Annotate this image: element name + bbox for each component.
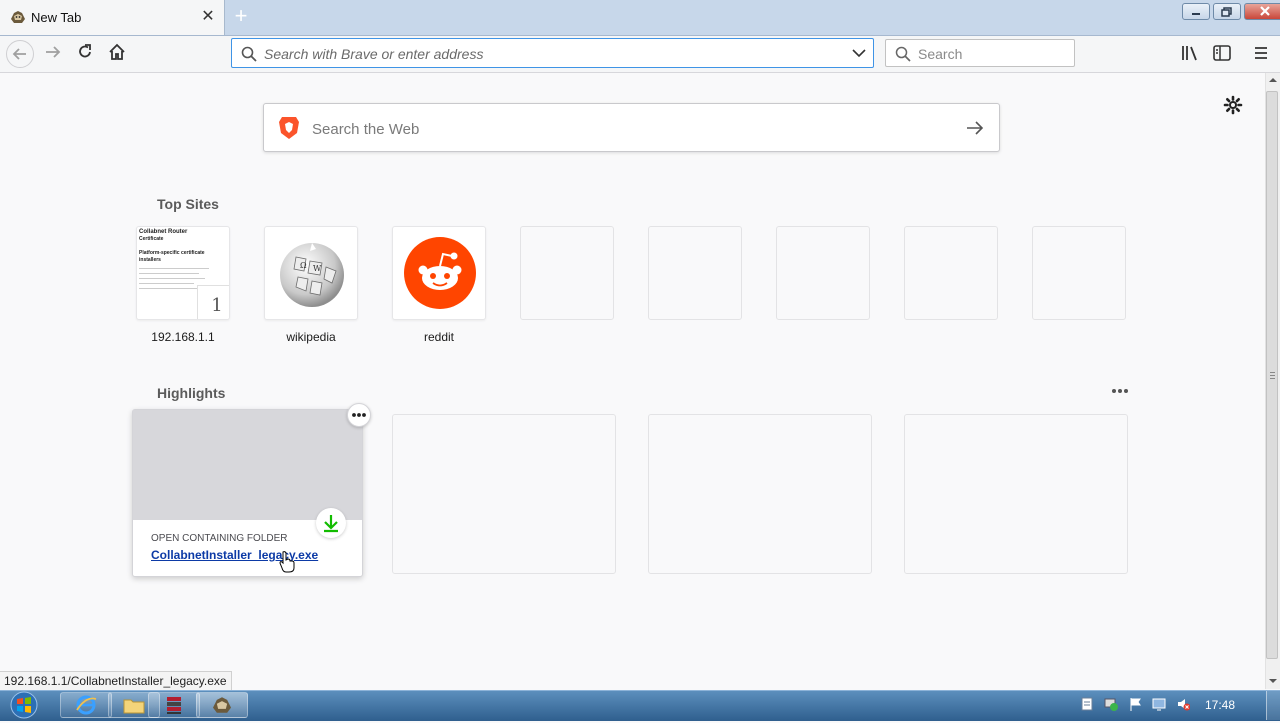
empty-highlight-slot [392,414,616,574]
empty-top-site-slot [648,226,742,320]
new-tab-plus-icon[interactable]: + [230,5,252,28]
web-search-input[interactable] [310,114,934,144]
sidebar-icon [1213,45,1231,61]
empty-highlight-slot [904,414,1128,574]
web-search-box[interactable] [263,103,1000,152]
chevron-down-icon[interactable] [852,47,866,59]
empty-top-site-slot [904,226,998,320]
wikipedia-globe-icon: Ω W [280,243,344,307]
close-window-button[interactable] [1244,3,1280,20]
taskbar-media-app[interactable] [148,692,200,718]
folder-icon [123,699,145,714]
search-icon [895,46,911,62]
highlight-preview-area [133,410,362,520]
search-icon [241,46,257,62]
address-input[interactable] [262,39,846,69]
highlights-menu-button[interactable] [1110,383,1130,397]
show-desktop-button[interactable] [1266,691,1280,720]
svg-text:W: W [313,264,322,273]
highlight-context-label: OPEN CONTAINING FOLDER [151,533,288,544]
top-site-tile[interactable]: Ω W [264,226,358,320]
start-button[interactable] [4,690,44,720]
arrow-right-icon[interactable] [966,120,984,136]
more-options-icon [1112,389,1128,393]
top-sites-heading: Top Sites [157,196,219,212]
link-status-text: 192.168.1.1/CollabnetInstaller_legacy.ex… [0,671,232,691]
brave-logo-icon [279,117,299,139]
back-button[interactable] [6,40,34,68]
menu-button[interactable] [1250,43,1272,63]
empty-top-site-slot [776,226,870,320]
highlight-context-menu-button[interactable] [347,403,371,427]
page-preview-thumbnail: Collabnet Router Certificate Platform-sp… [139,229,227,293]
library-icon [1182,46,1197,61]
minimize-icon [1192,13,1200,15]
sidebar-toggle-button[interactable] [1211,43,1233,63]
flag-tray-icon[interactable] [1128,697,1142,711]
reload-button[interactable] [74,42,96,62]
address-bar[interactable] [231,38,874,69]
gear-icon [1223,95,1243,115]
restore-icon [1221,7,1232,17]
forward-button[interactable] [42,42,64,62]
library-button[interactable] [1179,43,1201,63]
top-site-label: reddit [423,330,455,344]
document-tray-icon[interactable] [1080,697,1094,711]
stacked-books-icon [167,697,181,714]
home-button[interactable] [106,42,128,62]
taskbar-brave-browser[interactable] [196,692,248,718]
top-site-label: 192.168.1.1 [151,330,215,344]
brave-lion-icon [11,11,25,23]
close-window-icon [1260,6,1270,16]
internet-explorer-icon [76,695,97,715]
empty-top-site-slot [520,226,614,320]
network-tray-icon[interactable] [1104,697,1118,711]
tile-badge: 1 [197,285,229,319]
restore-window-button[interactable] [1213,3,1241,20]
highlight-card[interactable]: OPEN CONTAINING FOLDER CollabnetInstalle… [132,409,363,577]
scroll-up-arrow-icon[interactable] [1268,76,1278,84]
highlights-heading: Highlights [157,385,226,401]
top-site-tile[interactable]: Collabnet Router Certificate Platform-sp… [136,226,230,320]
empty-highlight-slot [648,414,872,574]
volume-muted-icon[interactable] [1176,697,1190,711]
reload-icon [79,44,91,58]
top-site-label: wikipedia [286,330,336,344]
reddit-logo-icon [404,237,476,309]
home-icon [109,43,125,60]
more-options-icon [352,413,366,417]
empty-top-site-slot [1032,226,1126,320]
customize-button[interactable] [1223,95,1243,115]
tab-new-tab[interactable]: New Tab ✕ [0,0,225,35]
back-arrow-icon [12,48,26,60]
svg-text:Ω: Ω [300,261,307,270]
scroll-down-arrow-icon[interactable] [1268,677,1278,685]
minimize-window-button[interactable] [1182,3,1210,20]
forward-arrow-icon [46,46,61,58]
tab-title: New Tab [31,10,82,25]
hand-cursor-icon [279,551,295,573]
monitor-tray-icon[interactable] [1152,697,1166,711]
taskbar-internet-explorer[interactable] [60,692,112,718]
brave-lion-icon [213,697,231,713]
top-site-tile[interactable] [392,226,486,320]
download-icon [324,515,338,533]
windows-start-orb-icon [10,691,38,719]
search-bar[interactable] [885,39,1075,68]
search-input[interactable] [916,40,1070,68]
close-tab-icon[interactable]: ✕ [199,7,217,27]
scrollbar-thumb[interactable] [1266,91,1278,659]
hamburger-menu-icon [1255,47,1267,59]
taskbar-clock[interactable]: 17:48 [1205,698,1235,712]
download-badge [316,508,346,538]
